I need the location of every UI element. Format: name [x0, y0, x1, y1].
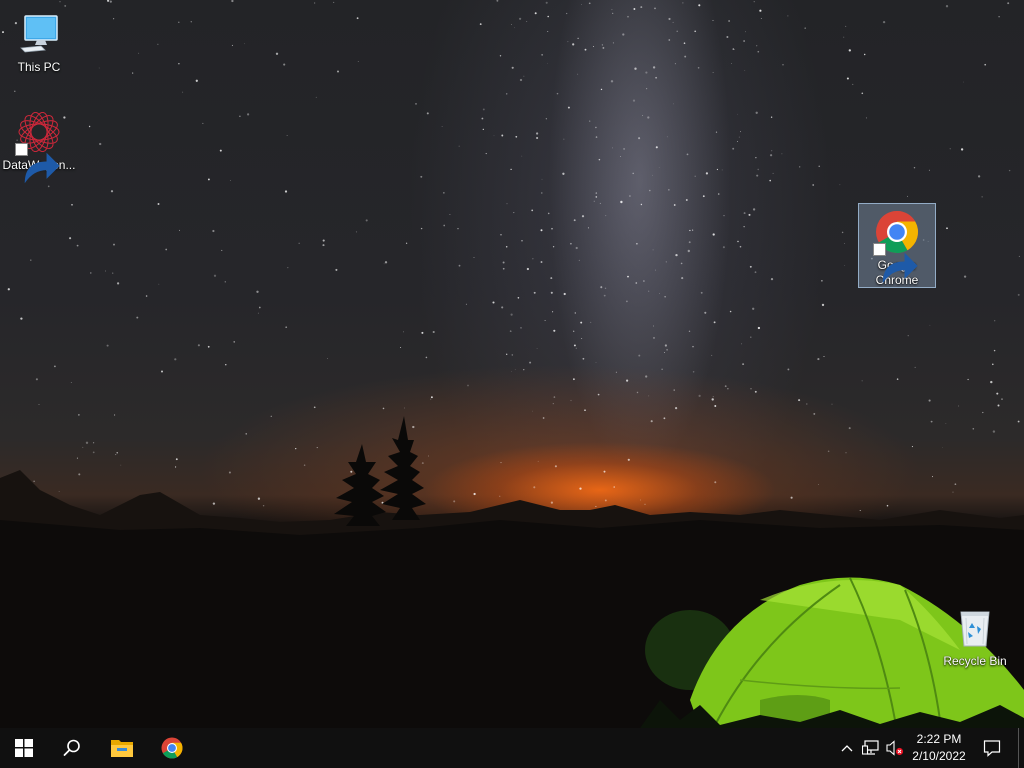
- taskbar: 2:22 PM 2/10/2022: [0, 728, 1024, 768]
- recycle-bin-label: Recycle Bin: [943, 654, 1007, 668]
- clock-time: 2:22 PM: [916, 732, 962, 746]
- show-hidden-icons-button[interactable]: [838, 728, 856, 768]
- chrome-icon: [873, 208, 921, 284]
- datawagon-shortcut[interactable]: DataWagon...: [0, 104, 78, 184]
- action-center-icon: [983, 740, 1001, 757]
- show-desktop-button[interactable]: [1018, 728, 1024, 768]
- network-button[interactable]: [860, 728, 882, 768]
- this-pc-icon: [15, 10, 63, 58]
- google-chrome-shortcut[interactable]: Google Chrome: [858, 203, 936, 288]
- action-center-button[interactable]: [978, 728, 1006, 768]
- recycle-bin-icon: [951, 604, 999, 652]
- wallpaper-landscape: [0, 416, 1024, 728]
- volume-button[interactable]: [884, 728, 906, 768]
- network-icon: [862, 740, 879, 755]
- recycle-bin-shortcut[interactable]: Recycle Bin: [936, 600, 1014, 669]
- chevron-up-icon: [841, 745, 853, 752]
- windows-start-icon: [15, 739, 33, 757]
- shortcut-arrow-icon: [15, 143, 60, 184]
- chrome-taskbar-button[interactable]: [148, 728, 196, 768]
- shortcut-arrow-icon: [873, 243, 918, 284]
- this-pc-label: This PC: [17, 60, 61, 74]
- file-explorer-icon: [111, 740, 133, 757]
- volume-muted-icon: [886, 740, 904, 756]
- chrome-icon: [161, 737, 183, 759]
- search-button[interactable]: [48, 728, 96, 768]
- this-pc-shortcut[interactable]: This PC: [0, 6, 78, 75]
- desktop-wallpaper: This PC DataWagon... Google Chr: [0, 0, 1024, 728]
- file-explorer-button[interactable]: [98, 728, 146, 768]
- start-button[interactable]: [0, 728, 48, 768]
- datawagon-icon: [15, 108, 63, 184]
- clock-button[interactable]: 2:22 PM 2/10/2022: [906, 731, 972, 765]
- search-icon: [63, 739, 80, 756]
- clock-date: 2/10/2022: [912, 749, 966, 763]
